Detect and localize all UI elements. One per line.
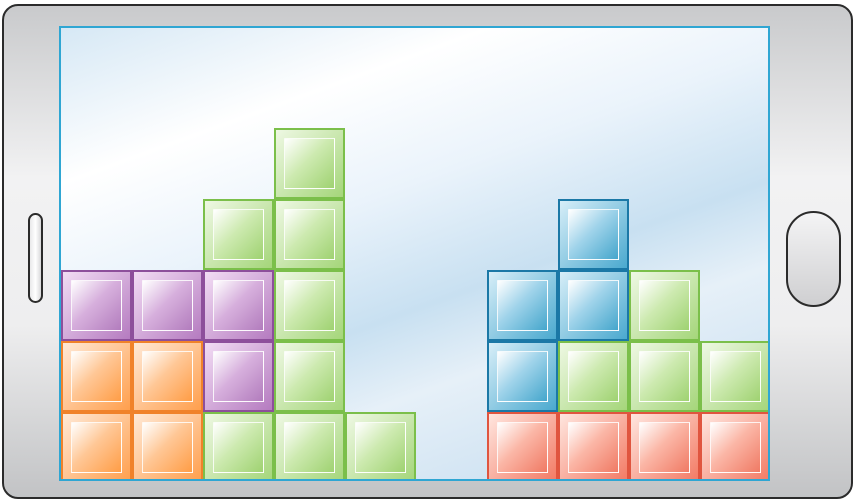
- blue-block: [558, 270, 629, 341]
- purple-block: [132, 270, 203, 341]
- block-face: [213, 280, 264, 331]
- home-button-icon[interactable]: [786, 211, 841, 307]
- side-slot-icon[interactable]: [28, 213, 43, 303]
- block-face: [71, 422, 122, 473]
- block-face: [639, 280, 690, 331]
- block-face: [284, 138, 335, 189]
- orange-block: [61, 412, 132, 479]
- block-face: [497, 422, 548, 473]
- green-block: [274, 199, 345, 270]
- block-face: [284, 280, 335, 331]
- green-block: [274, 412, 345, 479]
- block-face: [497, 280, 548, 331]
- block-face: [497, 351, 548, 402]
- block-face: [213, 351, 264, 402]
- red-block: [700, 412, 768, 479]
- block-face: [710, 351, 761, 402]
- green-block: [700, 341, 768, 412]
- block-face: [710, 422, 761, 473]
- purple-block: [203, 341, 274, 412]
- block-face: [71, 280, 122, 331]
- block-face: [284, 422, 335, 473]
- green-block: [629, 270, 700, 341]
- block-face: [639, 351, 690, 402]
- green-block: [203, 412, 274, 479]
- red-block: [629, 412, 700, 479]
- block-face: [284, 351, 335, 402]
- green-block: [629, 341, 700, 412]
- block-face: [568, 280, 619, 331]
- orange-block: [61, 341, 132, 412]
- blue-block: [487, 270, 558, 341]
- red-block: [487, 412, 558, 479]
- green-block: [558, 341, 629, 412]
- block-face: [142, 280, 193, 331]
- green-block: [203, 199, 274, 270]
- block-face: [71, 351, 122, 402]
- block-face: [639, 422, 690, 473]
- purple-block: [203, 270, 274, 341]
- orange-block: [132, 341, 203, 412]
- blue-block: [558, 199, 629, 270]
- block-face: [142, 422, 193, 473]
- block-face: [355, 422, 406, 473]
- game-screen[interactable]: [59, 26, 770, 481]
- green-block: [274, 341, 345, 412]
- purple-block: [61, 270, 132, 341]
- block-face: [213, 422, 264, 473]
- green-block: [274, 128, 345, 199]
- block-face: [568, 209, 619, 260]
- blue-block: [487, 341, 558, 412]
- block-face: [213, 209, 264, 260]
- block-face: [568, 422, 619, 473]
- green-block: [345, 412, 416, 479]
- red-block: [558, 412, 629, 479]
- green-block: [274, 270, 345, 341]
- block-face: [142, 351, 193, 402]
- block-face: [568, 351, 619, 402]
- orange-block: [132, 412, 203, 479]
- block-face: [284, 209, 335, 260]
